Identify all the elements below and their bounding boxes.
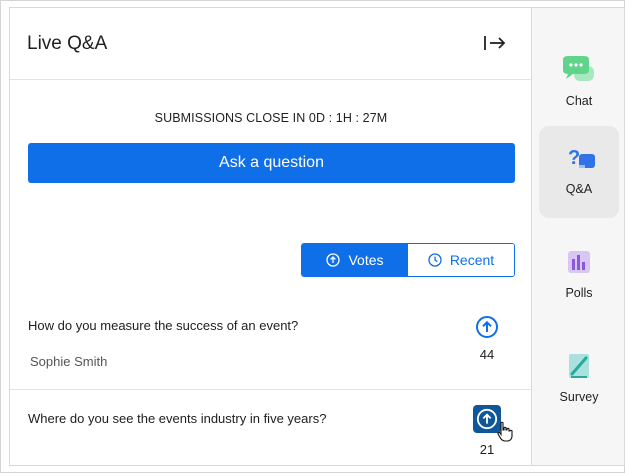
question-text: Where do you see the events industry in …	[28, 411, 327, 426]
rail-label-chat: Chat	[565, 94, 593, 108]
vote-count: 21	[479, 442, 495, 457]
rail-item-survey[interactable]: Survey	[539, 334, 619, 426]
clock-icon	[428, 253, 442, 267]
upvote-circle-icon	[476, 316, 498, 338]
sort-votes-label: Votes	[348, 252, 384, 268]
vote-count: 44	[479, 347, 495, 362]
ask-question-button[interactable]: Ask a question	[28, 143, 515, 183]
rail-item-qa[interactable]: ? Q&A	[539, 126, 619, 218]
collapse-panel-button[interactable]	[482, 32, 508, 54]
pointer-cursor-icon	[497, 421, 513, 442]
survey-icon	[559, 350, 599, 382]
sort-votes-tab[interactable]: Votes	[302, 244, 408, 276]
question-item: Where do you see the events industry in …	[10, 391, 532, 467]
submissions-countdown: SUBMISSIONS CLOSE IN 0D : 1H : 27M	[154, 111, 388, 125]
sort-recent-label: Recent	[449, 252, 495, 268]
sort-recent-tab[interactable]: Recent	[408, 244, 514, 276]
svg-text:?: ?	[568, 147, 580, 169]
upvote-circle-icon	[476, 408, 498, 430]
sort-toggle: Votes Recent	[301, 243, 515, 277]
rail-item-chat[interactable]: Chat	[539, 38, 619, 130]
question-item: How do you measure the success of an eve…	[10, 308, 532, 390]
polls-icon	[559, 246, 599, 278]
panel-title: Live Q&A	[27, 33, 108, 54]
question-text: How do you measure the success of an eve…	[28, 318, 299, 333]
side-rail: Chat ? Q&A Polls Survey	[531, 7, 625, 466]
rail-item-polls[interactable]: Polls	[539, 230, 619, 322]
rail-label-polls: Polls	[565, 286, 593, 300]
upvote-button[interactable]	[473, 313, 501, 341]
upvote-circle-icon	[326, 253, 341, 267]
panel-header: Live Q&A	[10, 8, 532, 80]
qa-panel: Live Q&A SUBMISSIONS CLOSE IN 0D : 1H : …	[9, 7, 532, 467]
question-author: Sophie Smith	[30, 354, 108, 369]
qa-icon: ?	[559, 142, 599, 174]
chat-bubble-icon	[559, 54, 599, 86]
rail-label-qa: Q&A	[565, 182, 593, 196]
rail-label-survey: Survey	[559, 390, 599, 404]
collapse-right-icon	[484, 36, 506, 50]
